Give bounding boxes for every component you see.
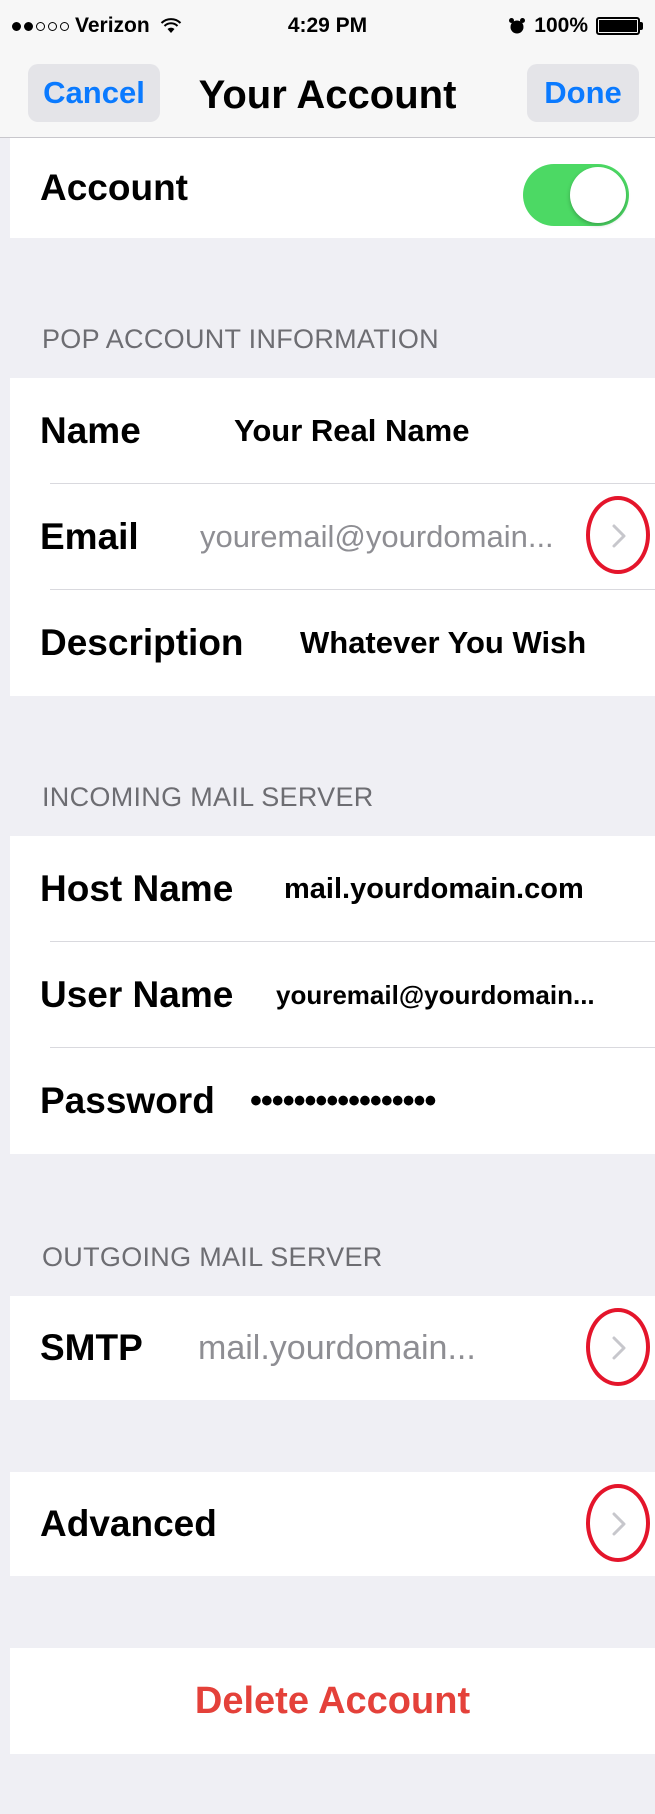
host-name-row[interactable]: Host Name mail.yourdomain.com	[10, 836, 655, 942]
smtp-label: SMTP	[40, 1327, 143, 1368]
alarm-icon	[509, 18, 526, 34]
cancel-button[interactable]: Cancel	[28, 64, 160, 122]
advanced-row[interactable]: Advanced	[10, 1472, 655, 1576]
pop-section-header: POP ACCOUNT INFORMATION	[42, 324, 439, 354]
description-label: Description	[40, 622, 244, 663]
account-toggle[interactable]	[523, 164, 629, 226]
host-name-value[interactable]: mail.yourdomain.com	[284, 836, 584, 942]
name-label: Name	[40, 410, 141, 451]
status-right: 100%	[508, 14, 643, 38]
incoming-section-header: INCOMING MAIL SERVER	[42, 782, 374, 812]
password-row[interactable]: Password •••••••••••••••••	[10, 1048, 655, 1154]
email-label: Email	[40, 516, 139, 557]
toggle-knob	[570, 167, 626, 223]
smtp-row[interactable]: SMTP mail.yourdomain...	[10, 1296, 655, 1400]
user-name-row[interactable]: User Name youremail@yourdomain...	[10, 942, 655, 1048]
outgoing-section-header: OUTGOING MAIL SERVER	[42, 1242, 383, 1272]
chevron-right-icon	[612, 1512, 626, 1536]
battery-icon	[596, 17, 643, 35]
password-value[interactable]: •••••••••••••••••	[250, 1048, 436, 1154]
name-row[interactable]: Name Your Real Name	[10, 378, 655, 484]
delete-account-row[interactable]: Delete Account	[10, 1648, 655, 1754]
name-value[interactable]: Your Real Name	[234, 378, 469, 484]
navigation-bar: Cancel Your Account Done	[0, 54, 655, 138]
delete-account-button[interactable]: Delete Account	[10, 1648, 655, 1754]
description-value[interactable]: Whatever You Wish	[300, 590, 586, 696]
host-name-label: Host Name	[40, 868, 234, 909]
battery-percent: 100%	[534, 14, 588, 37]
advanced-disclosure[interactable]	[586, 1484, 650, 1562]
user-name-value[interactable]: youremail@yourdomain...	[276, 942, 595, 1048]
status-bar: Verizon 4:29 PM 100%	[0, 0, 655, 54]
account-label: Account	[40, 167, 188, 208]
email-value: youremail@yourdomain...	[200, 519, 554, 554]
smtp-value: mail.yourdomain...	[198, 1328, 476, 1367]
done-button[interactable]: Done	[527, 64, 639, 122]
chevron-right-icon	[612, 1336, 626, 1360]
account-settings-screen: Verizon 4:29 PM 100% Cancel Your Account	[0, 0, 655, 1814]
advanced-label: Advanced	[40, 1503, 217, 1544]
email-disclosure[interactable]	[586, 496, 650, 574]
email-row[interactable]: Email youremail@yourdomain...	[10, 484, 655, 590]
smtp-disclosure[interactable]	[586, 1308, 650, 1386]
description-row[interactable]: Description Whatever You Wish	[10, 590, 655, 696]
account-toggle-row: Account	[10, 138, 655, 238]
user-name-label: User Name	[40, 974, 234, 1015]
password-label: Password	[40, 1080, 215, 1121]
chevron-right-icon	[612, 524, 626, 548]
